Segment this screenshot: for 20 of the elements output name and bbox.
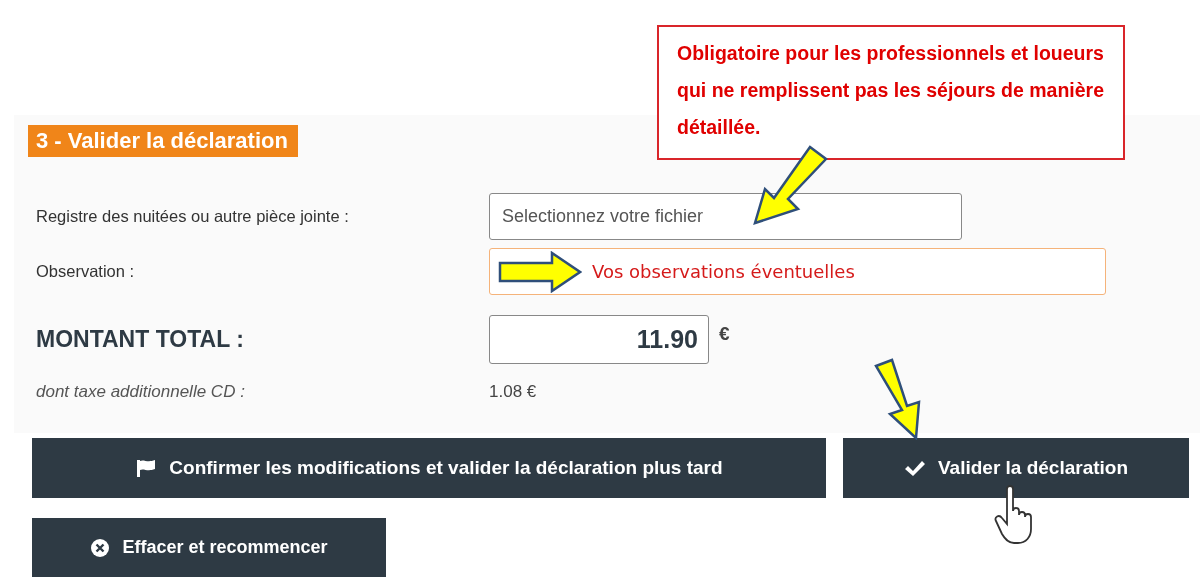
arrow-icon — [498, 250, 582, 293]
annotation-callout: Obligatoire pour les professionnels et loueurs qui ne remplissent pas les séjours de manière détaillée. — [657, 25, 1125, 160]
currency-symbol: € — [719, 323, 730, 345]
observation-field[interactable]: Vos observations éventuelles — [489, 248, 1106, 295]
total-label: MONTANT TOTAL : — [35, 326, 245, 353]
file-input-field[interactable]: Selectionnez votre fichier — [489, 193, 962, 240]
confirm-later-button[interactable]: Confirmer les modifications et valider la déclaration plus tard — [32, 438, 826, 498]
field-label: Registre des nuitées ou autre pièce jointe : — [35, 207, 350, 226]
tax-label: dont taxe additionnelle CD : — [35, 382, 246, 402]
tax-amount: 1.08 € — [489, 382, 537, 402]
section-title: 3 - Valider la déclaration — [28, 125, 298, 157]
validate-button[interactable]: Valider la déclaration — [843, 438, 1189, 498]
close-icon — [90, 537, 111, 558]
checkmark-icon — [903, 459, 926, 477]
arrow-icon — [752, 145, 828, 225]
annotation-text: Vos observations éventuelles — [592, 261, 855, 282]
flag-icon — [135, 459, 158, 477]
total-amount-field[interactable]: 11.90 — [489, 315, 709, 364]
reset-button[interactable]: Effacer et recommencer — [32, 518, 386, 577]
field-label: Observation : — [35, 262, 136, 281]
